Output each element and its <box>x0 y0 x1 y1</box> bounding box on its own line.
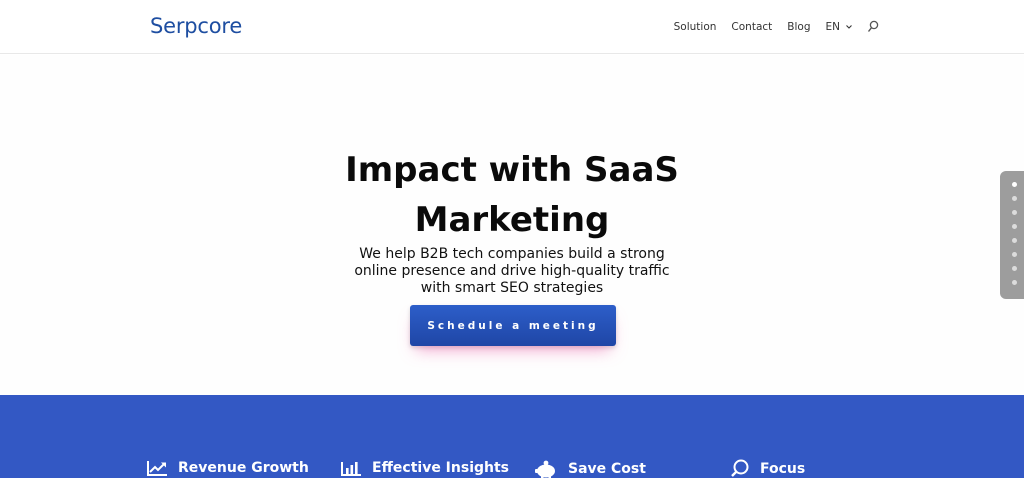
bar-chart-icon <box>341 462 361 476</box>
section-dot-7[interactable] <box>1012 266 1017 271</box>
feature-save-cost: Save Cost <box>534 459 646 478</box>
hero-title: Impact with SaaS Marketing <box>312 145 712 245</box>
nav-item-solution[interactable]: Solution <box>674 21 717 33</box>
section-dot-4[interactable] <box>1012 224 1017 229</box>
section-dot-nav <box>1000 171 1024 299</box>
section-dot-8[interactable] <box>1012 280 1017 285</box>
site-header: Serpcore Solution Contact Blog EN <box>0 0 1024 54</box>
section-dot-5[interactable] <box>1012 238 1017 243</box>
hero-subtitle: We help B2B tech companies build a stron… <box>332 246 692 297</box>
feature-label: Effective Insights <box>372 460 510 476</box>
hero-section: Impact with SaaS Marketing We help B2B t… <box>0 55 1024 395</box>
schedule-meeting-button[interactable]: Schedule a meeting <box>410 305 616 346</box>
brand-logo[interactable]: Serpcore <box>150 14 242 38</box>
section-dot-3[interactable] <box>1012 210 1017 215</box>
language-selector[interactable]: EN <box>826 21 854 33</box>
magnifier-icon <box>731 459 749 477</box>
hero-subtitle-line-1: We help B2B tech companies build a stron… <box>359 246 665 262</box>
feature-revenue-growth: Revenue Growth <box>146 459 309 477</box>
nav-item-blog[interactable]: Blog <box>787 21 810 33</box>
search-icon[interactable] <box>867 20 879 34</box>
feature-label: Revenue Growth <box>178 460 309 476</box>
hero-title-line-2: Marketing <box>414 200 610 240</box>
trending-up-chart-icon <box>147 461 167 476</box>
chevron-down-icon <box>846 25 852 29</box>
nav-item-contact[interactable]: Contact <box>731 21 772 33</box>
feature-label: Focus <box>760 461 806 477</box>
piggy-bank-icon <box>535 460 555 478</box>
hero-subtitle-line-2: online presence and drive high-quality t… <box>354 263 670 279</box>
feature-label: Save Cost <box>568 461 646 477</box>
feature-effective-insights: Effective Insights <box>340 459 509 477</box>
main-nav: Solution Contact Blog EN <box>674 20 879 34</box>
section-dot-2[interactable] <box>1012 196 1017 201</box>
hero-title-line-1: Impact with SaaS <box>345 150 679 190</box>
language-label: EN <box>825 21 841 33</box>
hero-subtitle-line-3: with smart SEO strategies <box>420 280 604 296</box>
section-dot-1[interactable] <box>1012 182 1017 187</box>
section-dot-6[interactable] <box>1012 252 1017 257</box>
feature-focus: Focus <box>730 459 805 478</box>
